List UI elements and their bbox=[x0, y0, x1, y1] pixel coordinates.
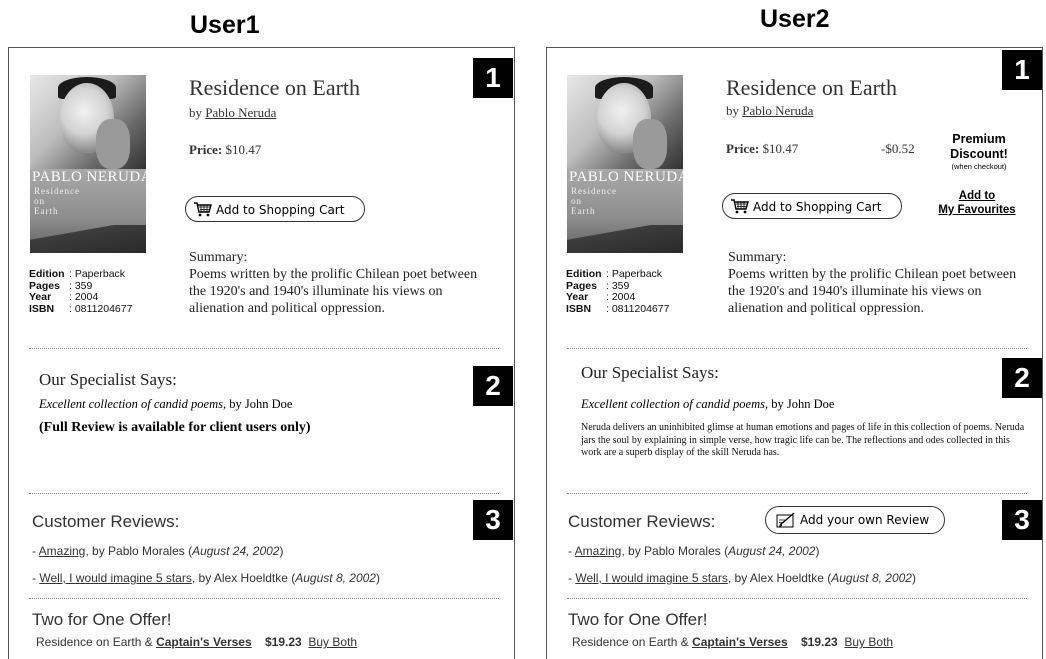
specialist-full-review: Neruda delivers an uninhibited glimse at… bbox=[581, 422, 1025, 458]
section-number-3: 3 bbox=[1002, 500, 1042, 540]
customer-review-item: - Well, I would imagine 5 stars, by Alex… bbox=[568, 571, 916, 585]
specialist-review: Excellent collection of candid poems, by… bbox=[39, 397, 293, 411]
shopping-cart-icon bbox=[731, 199, 749, 214]
book-byline: by Pablo Neruda bbox=[189, 105, 277, 120]
add-to-cart-button[interactable]: Add to Shopping Cart bbox=[722, 193, 902, 219]
user1-heading: User1 bbox=[190, 11, 260, 39]
price: Price: $10.47 bbox=[189, 142, 262, 157]
review-link[interactable]: Amazing bbox=[575, 544, 622, 558]
add-to-cart-button[interactable]: Add to Shopping Cart bbox=[185, 196, 365, 222]
restricted-note: (Full Review is available for client use… bbox=[39, 420, 311, 435]
pen-icon bbox=[776, 512, 795, 528]
offer-line: Residence on Earth & Captain's Verses $1… bbox=[572, 635, 894, 649]
cover-title: Residence on Earth bbox=[34, 186, 80, 216]
section-number-2: 2 bbox=[1002, 358, 1042, 398]
cover-title: Residence on Earth bbox=[571, 186, 617, 216]
divider bbox=[567, 493, 1027, 494]
price: Price: $10.47 bbox=[726, 141, 799, 156]
offer-book-link[interactable]: Captain's Verses bbox=[692, 635, 788, 649]
section-number-1: 1 bbox=[473, 58, 513, 98]
cover-author: PABLO NERUDA bbox=[32, 169, 146, 185]
premium-discount-amount: -$0.52 bbox=[881, 141, 915, 156]
review-link[interactable]: Well, I would imagine 5 stars bbox=[575, 571, 728, 585]
customer-reviews-heading: Customer Reviews: bbox=[568, 512, 716, 531]
book-cover[interactable]: PABLO NERUDA Residence on Earth bbox=[567, 75, 683, 253]
book-cover[interactable]: PABLO NERUDA Residence on Earth bbox=[30, 75, 146, 253]
cover-author: PABLO NERUDA bbox=[569, 169, 683, 185]
divider bbox=[567, 348, 1027, 349]
specialist-heading: Our Specialist Says: bbox=[39, 370, 177, 389]
customer-review-item: - Well, I would imagine 5 stars, by Alex… bbox=[32, 571, 380, 585]
customer-review-item: - Amazing, by Pablo Morales (August 24, … bbox=[568, 544, 820, 558]
divider bbox=[29, 348, 499, 349]
shopping-cart-icon bbox=[194, 202, 212, 217]
review-link[interactable]: Amazing bbox=[39, 544, 86, 558]
book-byline: by Pablo Neruda bbox=[726, 103, 814, 118]
customer-review-item: - Amazing, by Pablo Morales (August 24, … bbox=[32, 544, 284, 558]
buy-both-link[interactable]: Buy Both bbox=[308, 635, 357, 649]
book-title: Residence on Earth bbox=[189, 75, 361, 100]
book-title: Residence on Earth bbox=[726, 75, 898, 100]
section-number-2: 2 bbox=[473, 366, 513, 406]
author-link[interactable]: Pablo Neruda bbox=[205, 105, 276, 120]
user2-heading: User2 bbox=[760, 5, 830, 33]
book-specs: Edition: Paperback Pages: 359 Year: 2004… bbox=[29, 268, 133, 315]
offer-book-link[interactable]: Captain's Verses bbox=[156, 635, 252, 649]
add-review-button[interactable]: Add your own Review bbox=[765, 506, 945, 534]
summary: Summary: Poems written by the prolific Ch… bbox=[189, 250, 478, 316]
user2-panel: 1 PABLO NERUDA Residence on Earth Residenc… bbox=[546, 47, 1043, 659]
divider bbox=[29, 493, 499, 494]
section-number-3: 3 bbox=[473, 500, 513, 540]
offer-line: Residence on Earth & Captain's Verses $1… bbox=[36, 635, 358, 649]
specialist-heading: Our Specialist Says: bbox=[581, 363, 719, 382]
summary: Summary: Poems written by the prolific Ch… bbox=[728, 250, 1017, 316]
review-link[interactable]: Well, I would imagine 5 stars bbox=[39, 571, 192, 585]
book-specs: Edition: Paperback Pages: 359 Year: 2004… bbox=[566, 268, 670, 315]
specialist-review: Excellent collection of candid poems, by… bbox=[581, 397, 835, 411]
offer-heading: Two for One Offer! bbox=[568, 610, 708, 629]
section-number-1: 1 bbox=[1002, 50, 1042, 90]
divider bbox=[29, 598, 499, 599]
add-to-favourites-link[interactable]: Add to My Favourites bbox=[927, 189, 1027, 217]
customer-reviews-heading: Customer Reviews: bbox=[32, 512, 180, 531]
author-link[interactable]: Pablo Neruda bbox=[742, 103, 813, 118]
premium-discount-label: Premium Discount! (when checkout) bbox=[950, 132, 1008, 171]
divider bbox=[567, 598, 1027, 599]
user1-panel: 1 PABLO NERUDA Residence on Earth Residenc… bbox=[8, 47, 515, 659]
offer-heading: Two for One Offer! bbox=[32, 610, 172, 629]
buy-both-link[interactable]: Buy Both bbox=[844, 635, 893, 649]
